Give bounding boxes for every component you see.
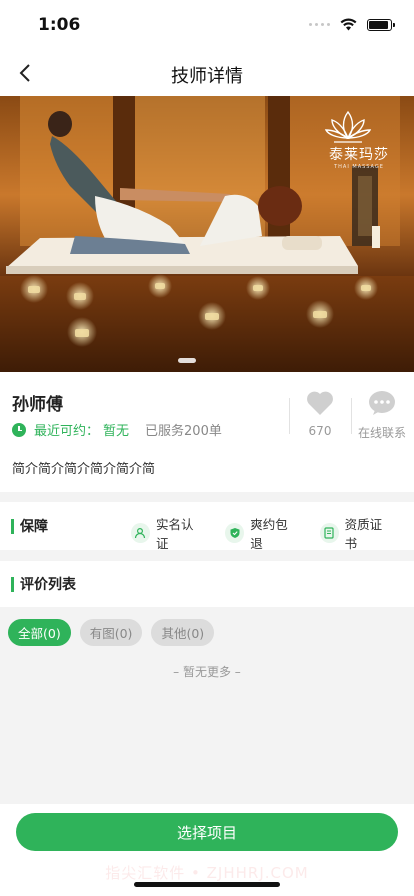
empty-state-text: – 暂无更多 – <box>173 665 241 679</box>
appointment-label: 最近可约： <box>34 424 100 439</box>
technician-intro: 简介简介简介简介简介简 <box>12 462 156 477</box>
shield-icon <box>225 523 245 543</box>
appointment-value: 暂无 <box>103 424 130 439</box>
technician-profile: 孙师傅 最近可约： 暂无 已服务200单 简介简介简介简介简介简 670 在线联… <box>0 372 414 492</box>
served-count: 已服务200单 <box>145 424 222 439</box>
user-verify-icon <box>131 523 150 543</box>
review-filters: 全部(0) 有图(0) 其他(0) <box>8 619 215 646</box>
hero-image-carousel[interactable]: 泰莱玛莎 THAI MASSAGE <box>0 96 414 372</box>
brand-logo: 泰莱玛莎 THAI MASSAGE <box>324 110 394 170</box>
clock-icon <box>12 422 26 437</box>
divider <box>289 398 290 434</box>
lotus-logo-icon <box>324 110 372 143</box>
section-accent-bar <box>11 576 14 592</box>
contact-label: 在线联系 <box>357 426 406 440</box>
chat-bubble-icon <box>369 391 395 415</box>
wifi-icon <box>340 18 357 31</box>
status-time: 1:06 <box>38 15 81 35</box>
guarantee-item-label: 实名认证 <box>155 517 194 551</box>
guarantee-item-label: 爽约包退 <box>250 517 288 551</box>
guarantee-section: 保障 实名认证 爽约包退 资质证书 <box>0 502 414 552</box>
like-count: 670 <box>308 424 332 438</box>
watermark: 指尖汇软件 • ZJHHRJ.COM <box>105 864 309 882</box>
status-bar: 1:06 <box>0 0 414 50</box>
brand-name: 泰莱玛莎 <box>329 147 389 163</box>
guarantee-items: 实名认证 爽约包退 资质证书 <box>131 514 414 552</box>
guarantee-title-text: 保障 <box>20 519 48 535</box>
bottom-bar: 选择项目 指尖汇软件 • ZJHHRJ.COM <box>0 804 414 896</box>
select-service-button[interactable]: 选择项目 <box>16 813 398 851</box>
guarantee-item-certificate: 资质证书 <box>319 514 392 552</box>
guarantee-title: 保障 <box>0 516 48 536</box>
nav-bar: 技师详情 <box>0 50 414 96</box>
battery-icon <box>367 18 395 31</box>
signal-icon <box>309 23 330 26</box>
filter-other[interactable]: 其他(0) <box>151 619 215 646</box>
reviews-header: 评价列表 <box>0 561 414 607</box>
filter-with-images[interactable]: 有图(0) <box>79 619 143 646</box>
heart-icon <box>307 391 333 415</box>
guarantee-item-refund: 爽约包退 <box>225 514 297 552</box>
carousel-indicator <box>178 358 196 363</box>
filter-all[interactable]: 全部(0) <box>8 619 71 646</box>
status-icons <box>309 18 395 31</box>
certificate-icon <box>319 523 339 543</box>
reviews-title: 评价列表 <box>0 574 76 594</box>
section-accent-bar <box>11 518 14 534</box>
appointment-row: 最近可约： 暂无 已服务200单 <box>12 420 222 439</box>
guarantee-item-label: 资质证书 <box>344 517 383 551</box>
reviews-title-text: 评价列表 <box>20 577 76 593</box>
like-button[interactable]: 670 <box>296 390 344 438</box>
home-indicator <box>134 882 280 887</box>
contact-online-button[interactable]: 在线联系 <box>353 390 411 441</box>
brand-subtitle: THAI MASSAGE <box>334 164 384 170</box>
guarantee-item-verify: 实名认证 <box>131 514 203 552</box>
technician-name: 孙师傅 <box>12 395 63 415</box>
page-title: 技师详情 <box>171 66 243 87</box>
divider <box>351 398 352 434</box>
